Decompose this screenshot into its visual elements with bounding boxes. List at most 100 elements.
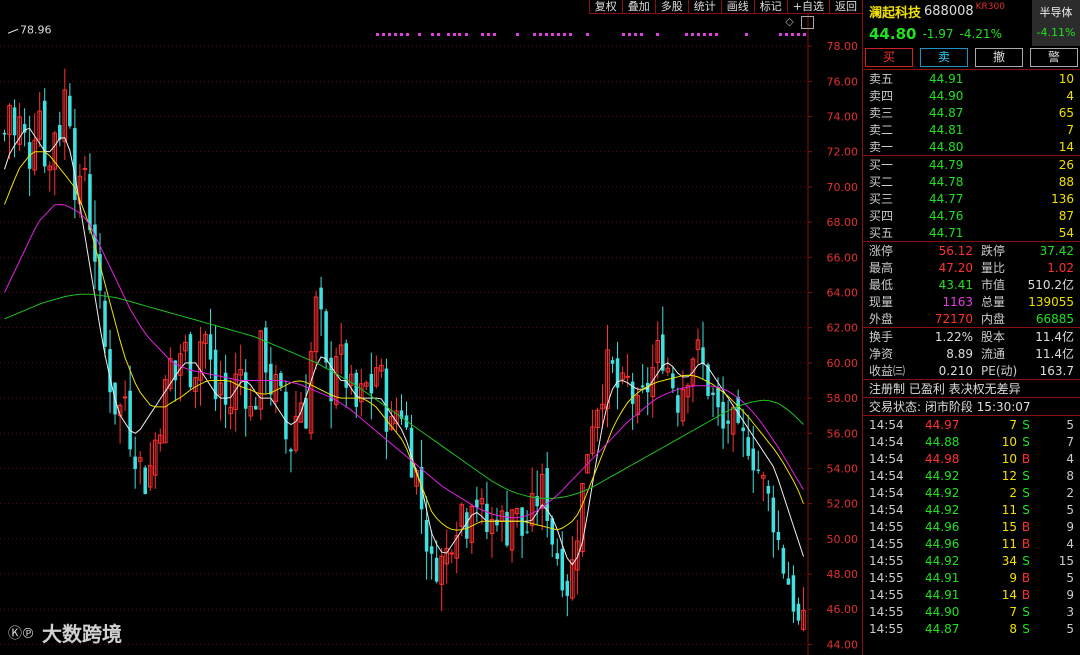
level-label: 卖四 <box>869 89 894 103</box>
sector-box[interactable]: 半导体 -4.11% <box>1032 0 1080 46</box>
kline-chart[interactable]: 44.00 46.00 48.00 50.00 52.00 54.00 56.00 58.00… <box>0 0 862 655</box>
tick-count: 5 <box>1066 417 1074 432</box>
toolbar-multi-stock-button[interactable]: 多股 <box>654 0 688 14</box>
last-price: 44.80 <box>869 25 917 43</box>
ask-row[interactable]: 卖一 44.80 14 <box>863 138 1080 155</box>
stat-label: 换手 <box>869 330 894 344</box>
price-alert-button[interactable]: 警 <box>1030 48 1078 67</box>
ask-row[interactable]: 卖二 44.81 7 <box>863 121 1080 138</box>
stat-label: 涨停 <box>869 244 894 258</box>
candle-body-down <box>269 363 273 395</box>
event-dot <box>697 33 700 36</box>
tick-row[interactable]: 14:54 44.92 11 S 5 <box>863 501 1080 518</box>
candle-body-down <box>726 420 730 424</box>
trade-buttons: 买 卖 撤 警 <box>863 46 1080 70</box>
high-marker-label: 78.96 <box>20 23 52 36</box>
tick-row[interactable]: 14:55 44.92 34 S 15 <box>863 552 1080 569</box>
toolbar-add-favorite-button[interactable]: +自选 <box>786 0 829 14</box>
tick-side: S <box>1022 604 1030 619</box>
tick-list[interactable]: 14:54 44.97 7 S 5 14:54 44.88 10 S 7 14:54 44.98 10 B… <box>863 416 1080 637</box>
level-volume: 136 <box>1051 191 1074 206</box>
candle-body-down <box>68 95 72 127</box>
stock-name[interactable]: 澜起科技 <box>869 2 921 21</box>
event-dot <box>431 33 434 36</box>
bid-row[interactable]: 买一 44.79 26 <box>863 156 1080 173</box>
y-tick-label: 64.00 <box>827 287 859 300</box>
tick-time: 14:54 <box>869 502 904 517</box>
toolbar-stats-button[interactable]: 统计 <box>687 0 721 14</box>
toolbar-mark-button[interactable]: 标记 <box>753 0 787 14</box>
candle-body-down <box>640 385 645 388</box>
stat-value: 11.4亿 <box>1035 347 1074 361</box>
cancel-order-button[interactable]: 撤 <box>975 48 1023 67</box>
tick-row[interactable]: 14:54 44.88 10 S 7 <box>863 433 1080 450</box>
candle-body-down <box>143 467 147 494</box>
stat-row: 最低 43.41 市值 510.2亿 <box>863 276 1080 293</box>
stat-label: PE(动) <box>981 364 1018 378</box>
tick-volume: 11 <box>1001 536 1017 551</box>
tick-price: 44.97 <box>925 417 960 432</box>
stat-label: 现量 <box>869 295 894 309</box>
tick-row[interactable]: 14:54 44.92 2 S 2 <box>863 484 1080 501</box>
watermark-logo-icon: Ⓚ℗ <box>8 625 35 642</box>
tick-time: 14:54 <box>869 417 904 432</box>
tick-row[interactable]: 14:54 44.98 10 B 4 <box>863 450 1080 467</box>
candle-body-down <box>434 557 439 582</box>
tick-row[interactable]: 14:54 44.97 7 S 5 <box>863 416 1080 433</box>
bid-row[interactable]: 买四 44.76 87 <box>863 207 1080 224</box>
ask-row[interactable]: 卖四 44.90 4 <box>863 87 1080 104</box>
high-marker-arrow <box>7 28 19 34</box>
tick-row[interactable]: 14:55 44.91 14 B 9 <box>863 586 1080 603</box>
bid-row[interactable]: 买三 44.77 136 <box>863 190 1080 207</box>
toolbar-draw-line-button[interactable]: 画线 <box>720 0 754 14</box>
tick-row[interactable]: 14:55 44.96 15 B 9 <box>863 518 1080 535</box>
stat-value: 1.02 <box>1047 260 1074 275</box>
tick-row[interactable]: 14:55 44.90 7 S 3 <box>863 603 1080 620</box>
kline-chart-area[interactable]: 44.00 46.00 48.00 50.00 52.00 54.00 56.00 58.00… <box>0 0 862 655</box>
stat-value: 1.22% <box>934 329 973 344</box>
y-tick-label: 46.00 <box>827 603 859 616</box>
bid-row[interactable]: 买二 44.78 88 <box>863 173 1080 190</box>
tick-row[interactable]: 14:55 44.87 8 S 5 <box>863 620 1080 637</box>
ask-row[interactable]: 卖三 44.87 65 <box>863 104 1080 121</box>
stat-value: 66885 <box>1035 311 1074 326</box>
y-tick-label: 56.00 <box>827 427 859 440</box>
event-dot <box>382 33 385 36</box>
diamond-icon[interactable]: ◇ <box>783 16 796 29</box>
window-toggle-icon[interactable] <box>801 16 814 29</box>
candle-body-down <box>560 548 565 591</box>
candle-body-down <box>254 405 258 410</box>
candle-body-down <box>711 392 715 395</box>
buy-button[interactable]: 买 <box>865 48 913 67</box>
watermark: Ⓚ℗ 大数跨境 <box>8 618 122 647</box>
stat-value: 510.2亿 <box>1027 278 1074 292</box>
level-label: 买三 <box>869 192 894 206</box>
level-volume: 7 <box>1066 122 1074 137</box>
event-dot <box>418 33 421 36</box>
event-dot <box>458 33 461 36</box>
tick-count: 5 <box>1066 570 1074 585</box>
ask-row[interactable]: 卖五 44.91 10 <box>863 70 1080 87</box>
toolbar-fuquan-button[interactable]: 复权 <box>588 0 622 14</box>
tick-row[interactable]: 14:54 44.92 12 S 8 <box>863 467 1080 484</box>
toolbar-overlay-button[interactable]: 叠加 <box>621 0 655 14</box>
tick-time: 14:55 <box>869 604 904 619</box>
tick-side: B <box>1021 570 1031 585</box>
level-price: 44.90 <box>929 88 964 103</box>
tick-volume: 14 <box>1001 587 1017 602</box>
level-price: 44.77 <box>929 191 964 206</box>
tick-count: 5 <box>1066 621 1074 636</box>
tick-volume: 2 <box>1009 485 1017 500</box>
registration-info: 注册制 已盈利 表决权无差异 <box>863 380 1080 398</box>
level-volume: 26 <box>1058 157 1074 172</box>
bid-row[interactable]: 买五 44.71 54 <box>863 224 1080 241</box>
tick-time: 14:55 <box>869 536 904 551</box>
toolbar-back-button[interactable]: 返回 <box>829 0 862 14</box>
tick-row[interactable]: 14:55 44.96 11 B 4 <box>863 535 1080 552</box>
sell-button[interactable]: 卖 <box>920 48 968 67</box>
candle-body-down <box>676 395 680 413</box>
y-tick-label: 58.00 <box>827 392 859 405</box>
tick-side: S <box>1022 621 1030 636</box>
stat-value: 37.42 <box>1039 243 1074 258</box>
tick-row[interactable]: 14:55 44.91 9 B 5 <box>863 569 1080 586</box>
